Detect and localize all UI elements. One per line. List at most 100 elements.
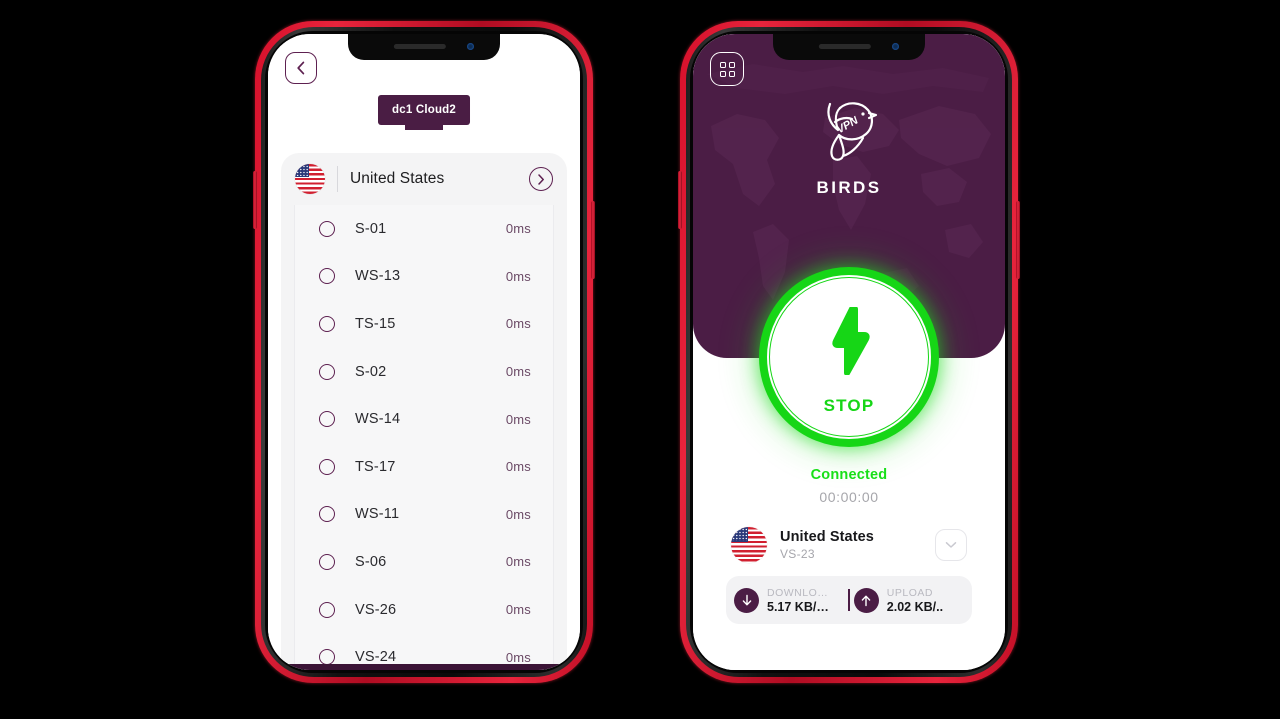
arrow-up-icon [861,595,871,606]
flag-stars [296,165,308,176]
lightning-bolt-icon [832,307,870,375]
power-toggle-button[interactable]: STOP [759,267,939,447]
back-button[interactable] [285,52,317,84]
server-ping: 0ms [505,364,531,380]
download-label: DOWNLO… [767,586,829,599]
server-radio-icon[interactable] [319,649,335,664]
server-ping: 0ms [505,459,531,475]
upload-arrow-icon [853,587,879,613]
server-list-page: dc1 Cloud2 United States S-01 0ms WS-13 … [268,34,580,670]
country-name-label: United States [350,170,445,187]
right-phone-screen: VPN BIRDS STOP Connected 00:00:00 United… [693,34,1005,670]
device-notch [773,34,925,60]
connection-timer: 00:00:00 [819,489,879,505]
chevron-left-icon [297,61,305,75]
volume-button-left[interactable] [253,171,257,229]
server-ping: 0ms [505,554,531,570]
download-stat: DOWNLO… 5.17 KB/… [734,587,844,614]
logo-vpn-text: VPN [835,114,862,136]
flag-canton [731,527,748,542]
server-row[interactable]: TS-15 0ms [295,300,553,348]
server-name: WS-14 [355,411,401,428]
app-logo: VPN BIRDS [693,88,1005,198]
screenshot-stage: dc1 Cloud2 United States S-01 0ms WS-13 … [0,0,1280,719]
server-name: TS-17 [355,458,396,475]
server-list: S-01 0ms WS-13 0ms TS-15 0ms S-02 0ms WS-14 0ms TS… [294,205,554,664]
bottom-accent-bar [281,664,567,670]
server-ping: 0ms [505,602,531,618]
download-value: 5.17 KB/… [767,599,829,614]
upload-texts: UPLOAD 2.02 KB/.. [887,587,943,614]
connection-status: Connected [810,467,888,483]
earpiece-speaker [393,44,446,49]
chevron-right-icon [538,173,544,185]
bolt-icon-wrap [759,307,939,375]
location-server: VS-23 [780,547,815,561]
us-flag-icon [731,527,767,563]
chevron-down-icon [945,542,957,548]
country-forward-button[interactable] [529,167,553,191]
server-row[interactable]: WS-14 0ms [295,395,553,443]
power-button-right[interactable] [1016,201,1020,279]
arrow-down-icon [742,594,751,605]
server-row[interactable]: TS-17 0ms [295,443,553,491]
datacenter-badge: dc1 Cloud2 [378,95,470,125]
flag-canton [295,164,309,177]
server-radio-icon[interactable] [319,458,335,475]
server-ping: 0ms [505,649,531,664]
server-ping: 0ms [505,221,531,237]
header-divider [337,166,338,192]
server-name: WS-11 [355,506,400,523]
menu-grid-button[interactable] [710,52,744,86]
brand-name: BIRDS [816,178,882,197]
server-radio-icon[interactable] [319,315,335,332]
server-row[interactable]: S-02 0ms [295,348,553,396]
country-header-card[interactable]: United States [281,153,567,205]
server-name: VS-26 [355,601,397,618]
server-name: VS-24 [355,649,397,664]
us-flag-icon [295,164,325,194]
server-row[interactable]: WS-13 0ms [295,253,553,301]
server-row[interactable]: S-06 0ms [295,538,553,586]
server-radio-icon[interactable] [319,268,335,285]
upload-label: UPLOAD [886,586,933,599]
server-radio-icon[interactable] [319,220,335,237]
server-name: WS-13 [355,268,401,285]
earpiece-speaker [818,44,871,49]
server-row[interactable]: VS-26 0ms [295,586,553,634]
server-radio-icon[interactable] [319,601,335,618]
right-phone-device: VPN BIRDS STOP Connected 00:00:00 United… [678,21,1020,683]
flag-stars [732,528,747,541]
download-arrow-icon [734,587,759,613]
upload-stat: UPLOAD 2.02 KB/.. [853,587,964,614]
volume-button-left[interactable] [678,171,682,229]
location-country: United States [780,529,874,545]
server-name: S-06 [355,553,387,570]
server-radio-icon[interactable] [319,553,335,570]
server-radio-icon[interactable] [319,411,335,428]
server-ping: 0ms [505,316,531,332]
device-notch [348,34,500,60]
server-name: S-02 [355,363,387,380]
server-ping: 0ms [505,268,531,284]
grid-icon [719,61,735,77]
server-list-container[interactable]: S-01 0ms WS-13 0ms TS-15 0ms S-02 0ms WS-14 0ms TS… [281,205,567,664]
server-ping: 0ms [505,411,531,427]
server-row[interactable]: S-01 0ms [295,205,553,253]
vpn-home-page: VPN BIRDS STOP Connected 00:00:00 United… [693,34,1005,670]
server-radio-icon[interactable] [319,363,335,380]
power-button-right[interactable] [591,201,595,279]
location-dropdown-button[interactable] [935,529,967,561]
left-phone-device: dc1 Cloud2 United States S-01 0ms WS-13 … [253,21,595,683]
download-texts: DOWNLO… 5.17 KB/… [767,587,829,614]
server-name: S-01 [355,220,387,237]
location-texts: United States VS-23 [780,529,935,561]
server-row[interactable]: VS-24 0ms [295,633,553,664]
server-name: TS-15 [355,315,396,332]
power-action-label: STOP [823,396,875,415]
left-phone-screen: dc1 Cloud2 United States S-01 0ms WS-13 … [268,34,580,670]
server-row[interactable]: WS-11 0ms [295,491,553,539]
server-radio-icon[interactable] [319,506,335,523]
selected-location-row[interactable]: United States VS-23 [731,523,967,567]
front-camera [467,43,474,50]
